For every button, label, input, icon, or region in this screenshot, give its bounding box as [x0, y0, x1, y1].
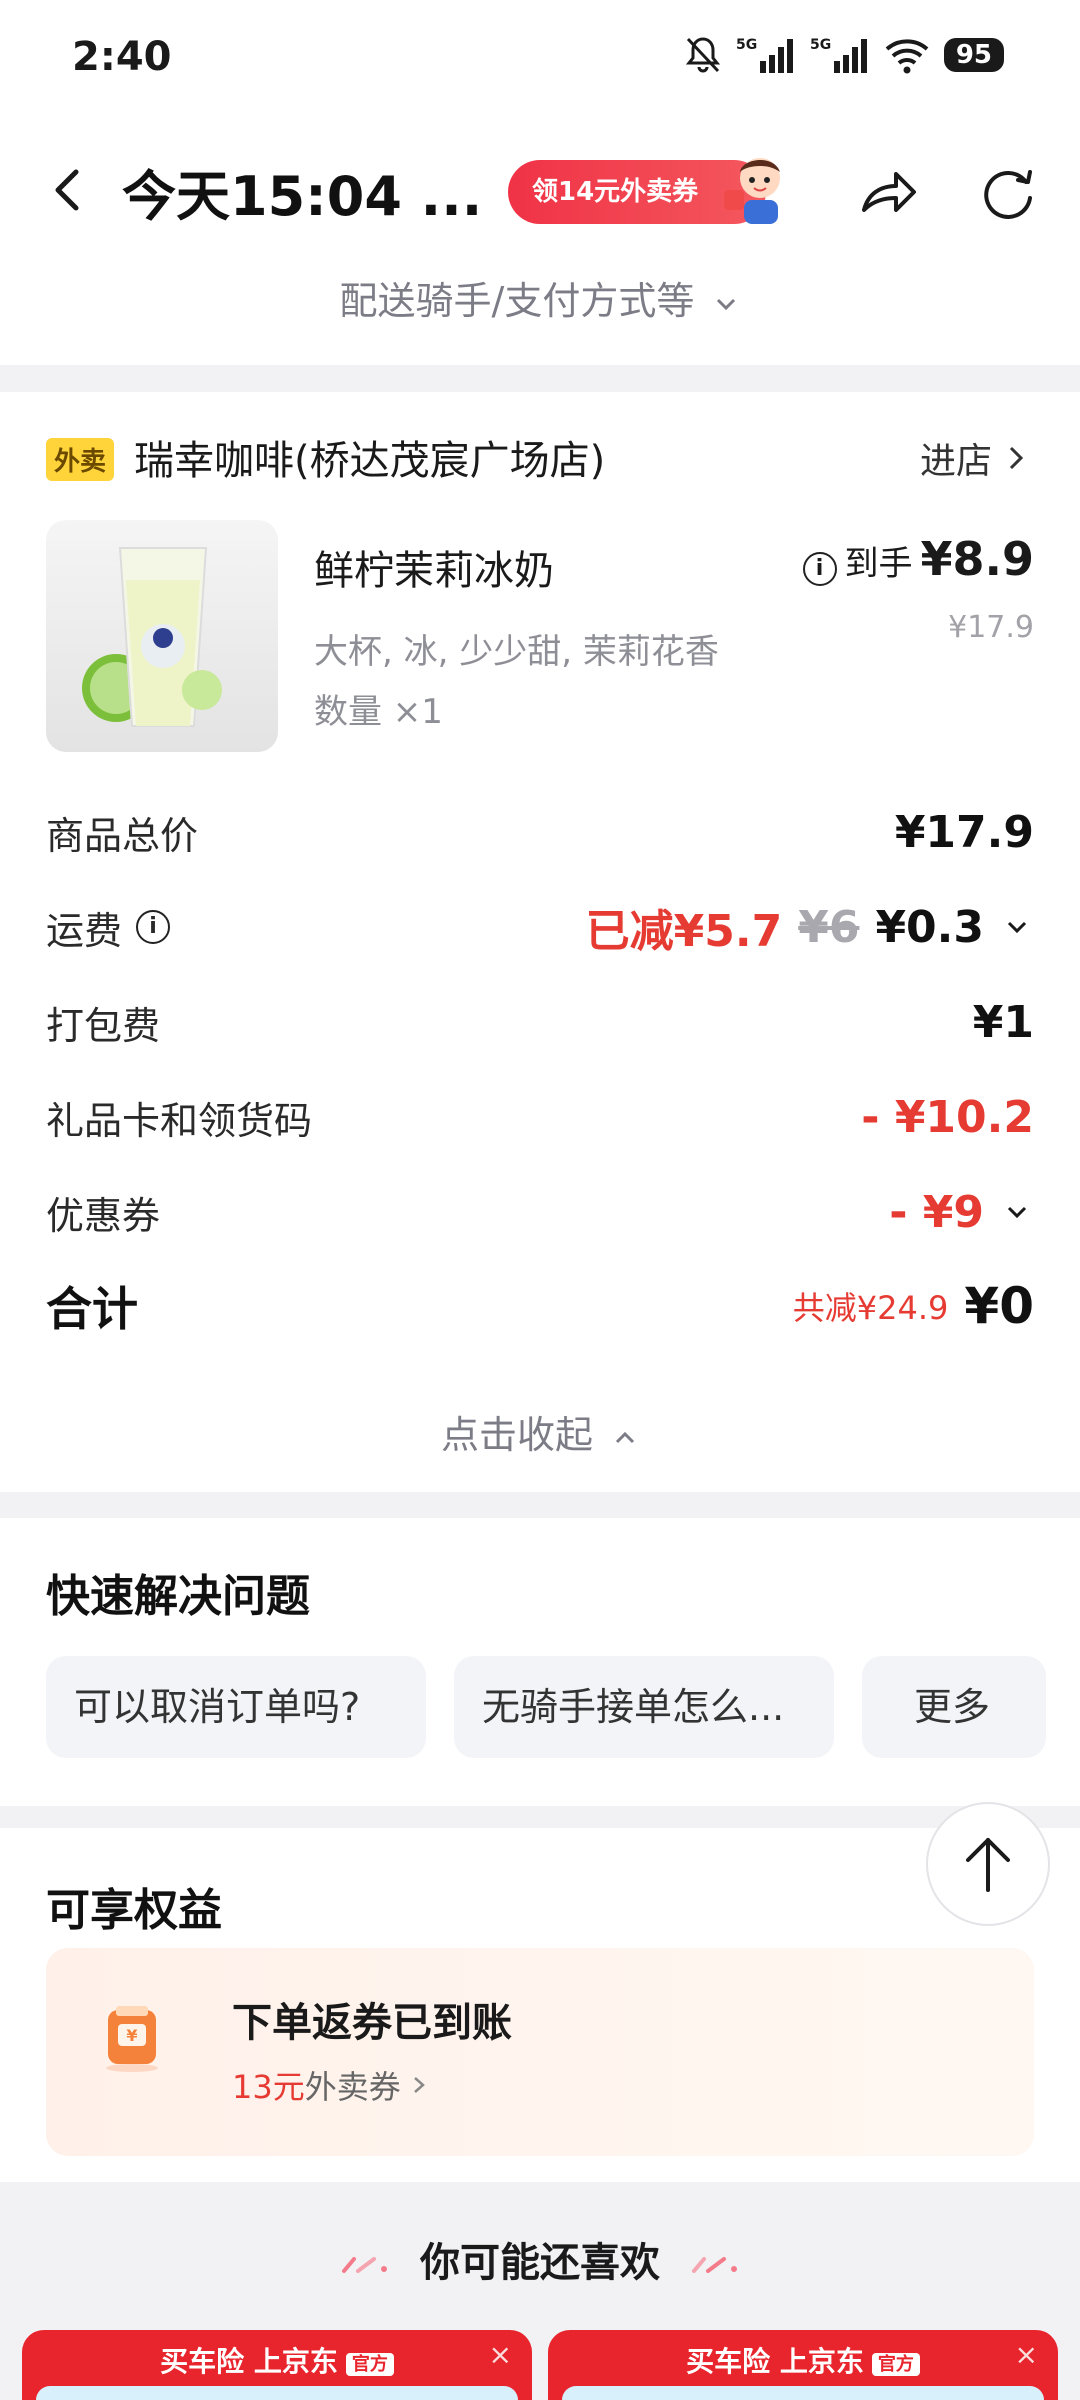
- ad-label-2: 买车险 上京东: [686, 2345, 864, 2378]
- benefit-title: 下单返券已到账: [232, 2000, 512, 2046]
- benefits-title: 可享权益: [46, 1885, 222, 1936]
- close-icon[interactable]: ×: [489, 2338, 512, 2371]
- chevron-down-icon[interactable]: [1000, 910, 1034, 944]
- info-icon[interactable]: i: [136, 910, 171, 944]
- giftcard-row: 礼品卡和领货码 - ¥10.2: [46, 1087, 1034, 1147]
- packing-fee-value: ¥1: [972, 996, 1034, 1048]
- scroll-to-top-button[interactable]: [926, 1802, 1050, 1926]
- chevron-right-icon: [413, 2077, 425, 2093]
- decor-right-icon: [691, 2257, 737, 2273]
- product-quantity: 数量 ×1: [314, 692, 443, 732]
- packing-fee-label: 打包费: [46, 1003, 161, 1048]
- svg-text:5G: 5G: [810, 37, 831, 53]
- ad-image-2: [562, 2386, 1044, 2400]
- enter-store-button[interactable]: 进店: [920, 432, 1026, 484]
- ad-text-2: 买车险 上京东 官方: [548, 2340, 1058, 2380]
- status-time: 2:40: [72, 34, 172, 80]
- top-header-area: 2:40 5G 5G 95 今天15:04 ... 领14元外卖券 配送骑手/支…: [0, 0, 1080, 365]
- delivery-reduced: 已减¥5.7: [585, 906, 783, 957]
- benefit-amount: 13元: [232, 2068, 305, 2106]
- delivery-original: ¥6: [798, 901, 860, 953]
- close-icon[interactable]: ×: [1015, 2338, 1038, 2371]
- subtotal-row: 商品总价 ¥17.9: [46, 802, 1034, 862]
- quick-solve-section: 快速解决问题 可以取消订单吗? 无骑手接单怎么... 更多: [0, 1518, 1080, 1806]
- share-icon[interactable]: [856, 160, 920, 224]
- bell-muted-icon: [685, 37, 720, 73]
- refresh-icon[interactable]: [978, 160, 1038, 224]
- total-value: ¥0: [964, 1277, 1034, 1335]
- total-saved: 共减¥24.9: [792, 1289, 949, 1327]
- battery-indicator: 95: [943, 38, 1004, 72]
- chip-no-rider[interactable]: 无骑手接单怎么...: [454, 1656, 834, 1758]
- chevron-up-icon: [615, 1431, 635, 1443]
- subtotal-label: 商品总价: [46, 813, 199, 858]
- svg-text:5G: 5G: [736, 37, 757, 53]
- giftcard-label: 礼品卡和领货码: [46, 1098, 313, 1143]
- signal-5g-icon-1: 5G: [736, 37, 793, 73]
- benefit-subtitle: 13元外卖券: [232, 2062, 427, 2108]
- total-row: 合计 共减¥24.9 ¥0: [46, 1276, 1034, 1336]
- info-icon[interactable]: i: [802, 552, 837, 586]
- ad-card-2[interactable]: 买车险 上京东 官方 ×: [548, 2330, 1058, 2400]
- ad-card-1[interactable]: 买车险 上京东 官方 ×: [22, 2330, 532, 2400]
- takeout-tag: 外卖: [46, 438, 115, 481]
- giftcard-value: - ¥10.2: [861, 1091, 1034, 1143]
- arrow-up-icon: [966, 1838, 1010, 1892]
- packing-fee-row: 打包费 ¥1: [46, 992, 1034, 1052]
- delivery-fee-value: ¥0.3: [875, 901, 984, 953]
- product-image[interactable]: [46, 520, 278, 752]
- recommend-title: 你可能还喜欢: [420, 2240, 660, 2286]
- quick-solve-title: 快速解决问题: [46, 1571, 310, 1622]
- chip-more[interactable]: 更多: [862, 1656, 1046, 1758]
- coupon-row[interactable]: 优惠券 - ¥9: [46, 1182, 1034, 1242]
- benefit-suffix: 外卖券: [304, 2068, 401, 2106]
- svg-text:¥: ¥: [126, 2026, 137, 2045]
- mascot-icon: [724, 158, 780, 224]
- ad-label-1: 买车险 上京东: [160, 2345, 338, 2378]
- delivery-payment-link[interactable]: 配送骑手/支付方式等: [0, 270, 1080, 325]
- arrive-price-block: i 到手 ¥8.9: [802, 532, 1035, 586]
- back-arrow-icon[interactable]: [44, 160, 94, 220]
- drink-cup-icon: [82, 547, 222, 727]
- recommend-title-row: 你可能还喜欢: [0, 2230, 1080, 2288]
- coupon-value: - ¥9: [889, 1186, 984, 1238]
- status-icons: 5G 5G 95: [684, 32, 1004, 78]
- arrive-price: ¥8.9: [920, 532, 1035, 586]
- subtotal-value: ¥17.9: [894, 806, 1034, 858]
- benefit-card[interactable]: ¥ 下单返券已到账 13元外卖券: [46, 1948, 1034, 2156]
- chevron-down-icon: [717, 298, 736, 310]
- enter-store-label: 进店: [919, 441, 992, 482]
- ad-badge-2: 官方: [871, 2353, 920, 2376]
- chip-cancel-order[interactable]: 可以取消订单吗?: [46, 1656, 426, 1758]
- product-name: 鲜柠茉莉冰奶: [314, 548, 554, 594]
- benefits-section: 可享权益 ¥ 下单返券已到账 13元外卖券: [0, 1828, 1080, 2182]
- order-detail-card: 外卖 瑞幸咖啡(桥达茂宸广场店) 进店 鲜柠茉莉冰奶 大杯, 冰, 少少甜, 茉…: [0, 392, 1080, 1492]
- arrive-label: 到手: [844, 544, 913, 584]
- chevron-down-icon[interactable]: [1000, 1195, 1034, 1229]
- decor-left-icon: [342, 2257, 388, 2273]
- ad-image-1: [36, 2386, 518, 2400]
- collapse-button[interactable]: 点击收起: [0, 1404, 1080, 1459]
- collapse-label: 点击收起: [440, 1413, 593, 1457]
- delivery-fee-values: 已减¥5.7 ¥6 ¥0.3: [586, 895, 1034, 959]
- product-spec: 大杯, 冰, 少少甜, 茉莉花香: [314, 632, 719, 672]
- delivery-link-label: 配送骑手/支付方式等: [339, 279, 695, 323]
- delivery-fee-row[interactable]: 运费 i 已减¥5.7 ¥6 ¥0.3: [46, 897, 1034, 957]
- store-name[interactable]: 瑞幸咖啡(桥达茂宸广场店): [134, 428, 605, 486]
- delivery-fee-label: 运费: [46, 908, 123, 953]
- coupon-label: 优惠券: [46, 1193, 161, 1238]
- order-time-title: 今天15:04 ...: [122, 165, 483, 228]
- signal-5g-icon-2: 5G: [810, 37, 867, 73]
- ad-badge-1: 官方: [345, 2353, 394, 2376]
- original-price: ¥17.9: [948, 610, 1034, 645]
- total-value-group: 共减¥24.9 ¥0: [793, 1277, 1034, 1335]
- wifi-icon: [885, 39, 929, 74]
- chevron-right-icon: [1009, 446, 1024, 470]
- coupon-value-group: - ¥9: [889, 1187, 1034, 1238]
- total-label: 合计: [46, 1282, 138, 1336]
- delivery-fee-label-group: 运费 i: [46, 900, 171, 955]
- ad-text-1: 买车险 上京东 官方: [22, 2340, 532, 2380]
- coupon-bag-icon: ¥: [106, 2006, 158, 2072]
